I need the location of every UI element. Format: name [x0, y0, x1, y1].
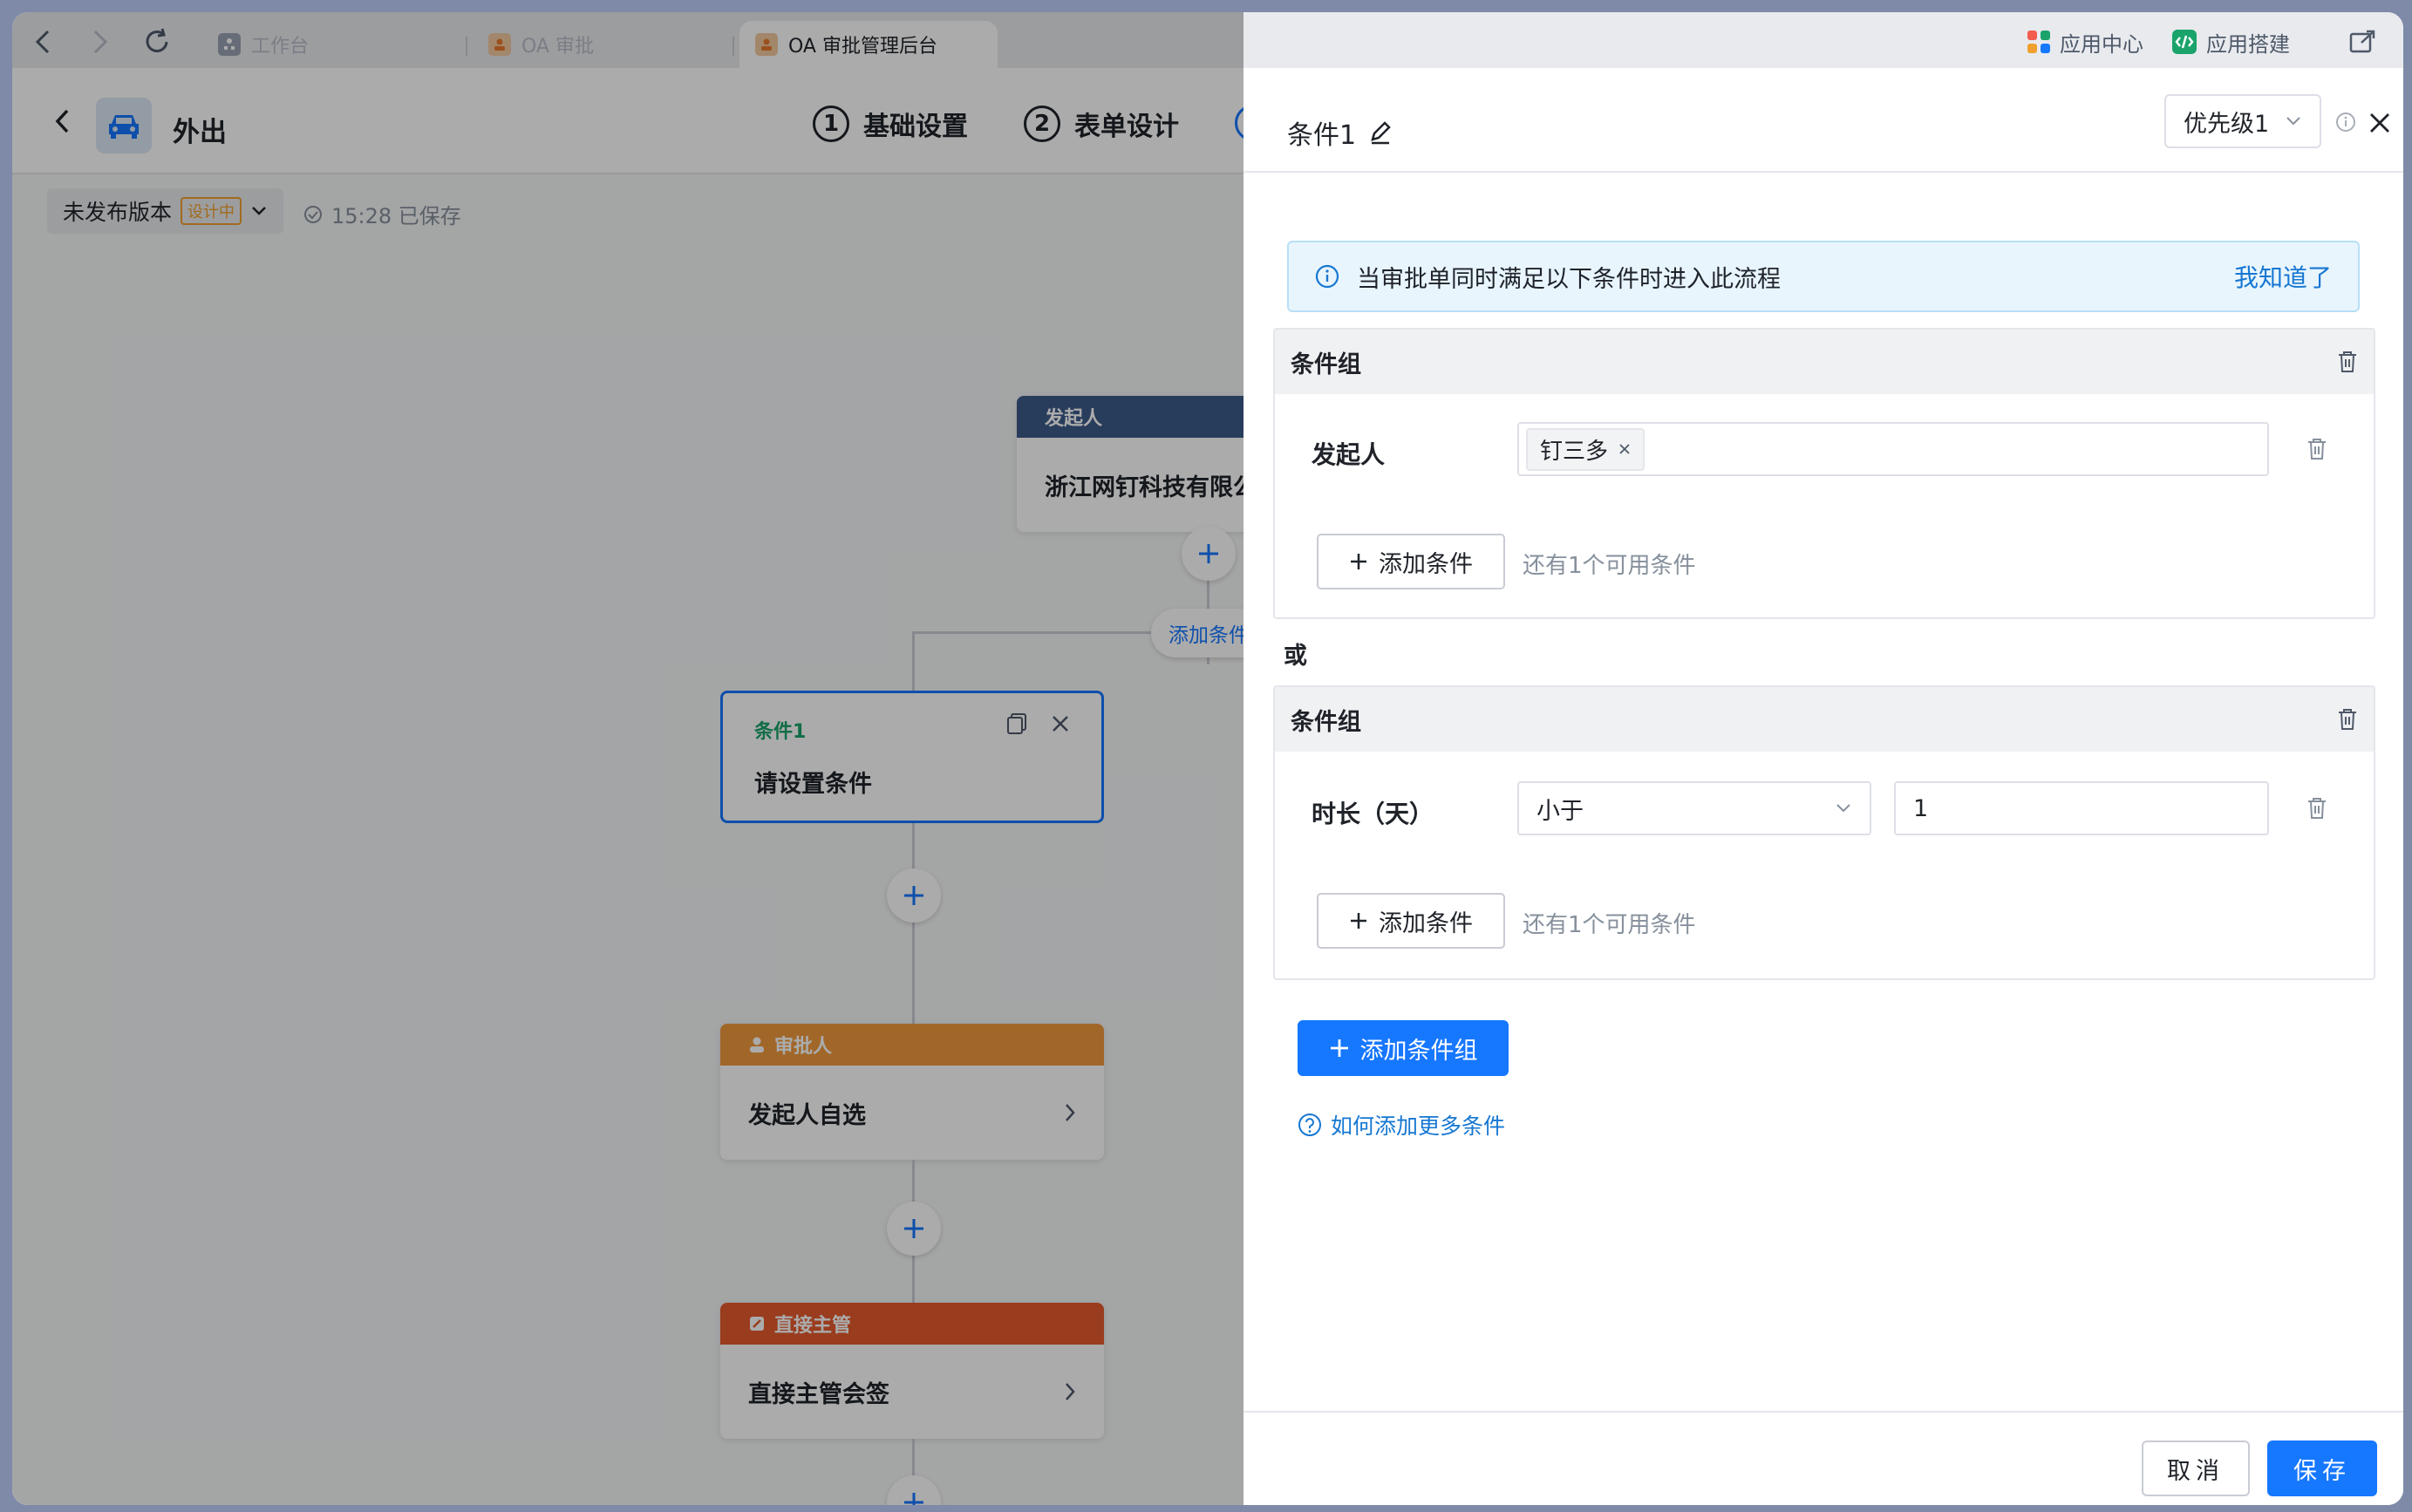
info-banner: 当审批单同时满足以下条件时进入此流程 我知道了 — [1287, 241, 2360, 312]
info-icon[interactable] — [2335, 112, 2356, 133]
drawer-title: 条件1 — [1287, 120, 1357, 151]
open-external-icon[interactable] — [2346, 24, 2381, 59]
available-conditions-hint: 还有1个可用条件 — [1523, 912, 1696, 938]
condition-group-header: 条件组 — [1275, 687, 2374, 752]
close-icon[interactable] — [2368, 112, 2391, 134]
app-center-label: 应用中心 — [2060, 31, 2143, 57]
chevron-down-icon — [1835, 802, 1852, 814]
operator-value: 小于 — [1536, 797, 1584, 825]
app-center-icon — [2027, 30, 2051, 54]
app-builder-label: 应用搭建 — [2206, 31, 2290, 57]
drawer-header: 条件1 优先级1 — [1243, 68, 2403, 173]
condition-label: 发起人 — [1312, 440, 1386, 469]
info-icon — [1315, 264, 1339, 289]
drawer-footer: 取消 保存 — [1243, 1411, 2403, 1505]
drawer-title-wrap: 条件1 — [1287, 113, 1393, 152]
duration-input[interactable]: 1 — [1894, 781, 2269, 835]
initiator-picker[interactable]: 钉三多 — [1517, 422, 2269, 476]
operator-select[interactable]: 小于 — [1517, 781, 1871, 835]
modal-backdrop[interactable] — [12, 12, 1243, 1505]
plus-icon — [1349, 911, 1368, 930]
banner-text: 当审批单同时满足以下条件时进入此流程 — [1357, 265, 1781, 293]
got-it-link[interactable]: 我知道了 — [2234, 259, 2332, 294]
app-builder-button[interactable]: 应用搭建 — [2171, 24, 2290, 59]
available-conditions-hint: 还有1个可用条件 — [1523, 553, 1696, 579]
save-button[interactable]: 保存 — [2267, 1440, 2377, 1496]
priority-value: 优先级1 — [2184, 110, 2270, 138]
user-tag: 钉三多 — [1526, 427, 1645, 471]
add-condition-button[interactable]: 添加条件 — [1317, 534, 1505, 589]
condition-drawer: 条件1 优先级1 当审批单同时满足以下条件时进入此流程 我知道了 条件组 发起人… — [1243, 68, 2403, 1505]
or-separator: 或 — [1284, 643, 1307, 670]
browser-window: 工作台 OA 审批 OA 审批管理后台 应用中心 应用搭建 外出 1 基础设置 … — [12, 12, 2403, 1505]
condition-group: 条件组 时长（天） 小于 1 添加条件 还有1个可用条件 — [1273, 685, 2375, 980]
add-condition-group-label: 添加条件组 — [1359, 1037, 1478, 1065]
priority-select[interactable]: 优先级1 — [2164, 94, 2321, 148]
add-condition-label: 添加条件 — [1379, 909, 1473, 937]
edit-pencil-icon[interactable] — [1368, 120, 1393, 145]
trash-icon[interactable] — [2337, 708, 2358, 731]
condition-group-header: 条件组 — [1275, 330, 2374, 394]
tag-label: 钉三多 — [1540, 438, 1609, 465]
trash-icon[interactable] — [2304, 795, 2330, 821]
help-link-text: 如何添加更多条件 — [1331, 1114, 1506, 1139]
duration-value: 1 — [1913, 794, 1929, 822]
app-builder-icon — [2171, 29, 2197, 55]
condition-label: 时长（天） — [1312, 800, 1434, 828]
tag-close-icon[interactable] — [1618, 443, 1631, 455]
condition-group-title: 条件组 — [1291, 351, 1361, 378]
condition-group-title: 条件组 — [1291, 708, 1361, 736]
plus-icon — [1349, 552, 1368, 571]
add-condition-label: 添加条件 — [1379, 550, 1473, 578]
chevron-down-icon — [2285, 115, 2302, 127]
trash-icon[interactable] — [2304, 436, 2330, 462]
app-center-button[interactable]: 应用中心 — [2027, 24, 2143, 59]
cancel-button[interactable]: 取消 — [2142, 1440, 2250, 1496]
question-circle-icon — [1298, 1113, 1322, 1137]
add-condition-button[interactable]: 添加条件 — [1317, 893, 1505, 949]
add-condition-group-button[interactable]: 添加条件组 — [1298, 1020, 1509, 1076]
plus-icon — [1329, 1038, 1350, 1059]
trash-icon[interactable] — [2337, 351, 2358, 373]
help-link[interactable]: 如何添加更多条件 — [1298, 1109, 1505, 1141]
condition-group: 条件组 发起人 钉三多 添加条件 还有1个可用条件 — [1273, 328, 2375, 619]
